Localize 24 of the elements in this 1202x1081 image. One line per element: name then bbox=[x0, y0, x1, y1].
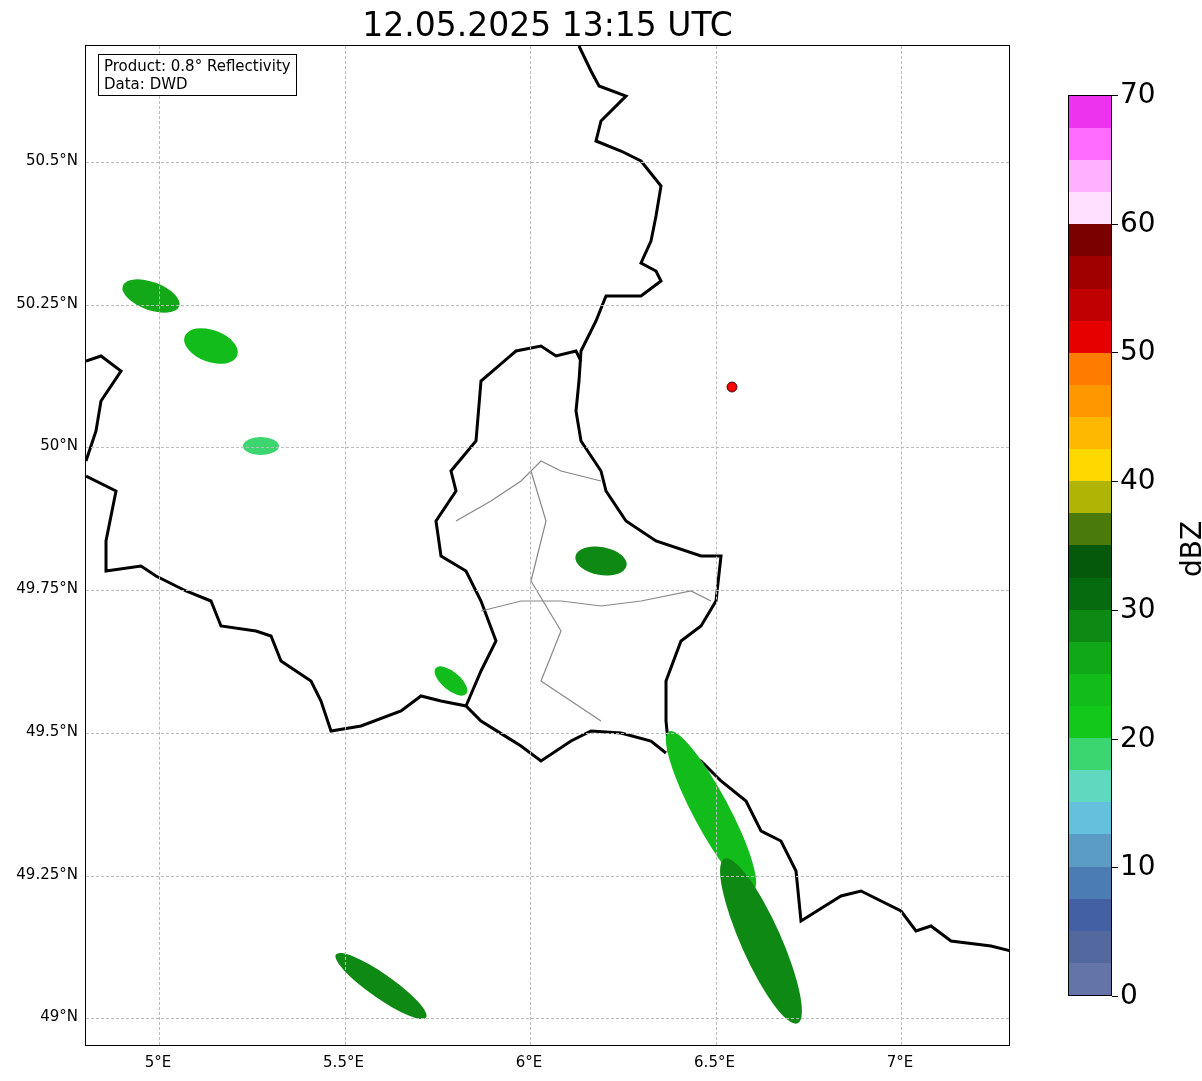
legend-text: Product: 0.8° Reflectivity bbox=[104, 57, 291, 75]
y-tick-label: 49.25°N bbox=[16, 866, 78, 882]
legend-text: Data: DWD bbox=[104, 75, 189, 93]
colorbar-tick-label: 70 bbox=[1120, 80, 1156, 108]
y-tick-label: 49°N bbox=[40, 1009, 78, 1025]
colorbar-tick-label: 0 bbox=[1120, 981, 1138, 1009]
y-tick-label: 50.5°N bbox=[25, 153, 78, 168]
colorbar-tick-label: 60 bbox=[1120, 208, 1156, 237]
y-tick-label: 49.75°N bbox=[16, 581, 78, 597]
colorbar-tick-label: 20 bbox=[1120, 723, 1156, 752]
x-tick-label: 5.5°E bbox=[323, 1055, 364, 1070]
colorbar-tick-label: 30 bbox=[1120, 594, 1156, 623]
y-tick-label: 50.25°N bbox=[16, 295, 78, 311]
colorbar-tick-label: 40 bbox=[1120, 466, 1156, 495]
y-tick-label: 49.5°N bbox=[25, 723, 78, 739]
x-tick-label: 5°E bbox=[144, 1055, 172, 1070]
colorbar-tick-label: 50 bbox=[1120, 337, 1156, 366]
y-tick-label: 50°N bbox=[40, 438, 78, 454]
x-tick-label: 6°E bbox=[515, 1055, 543, 1070]
x-tick-label: 7°E bbox=[886, 1055, 914, 1070]
x-tick-label: 6.5°E bbox=[694, 1055, 735, 1070]
colorbar-label: dBZ bbox=[1178, 520, 1202, 578]
chart-title: 12.05.2025 13:15 UTC bbox=[362, 8, 733, 45]
colorbar-tick-label: 10 bbox=[1120, 852, 1156, 881]
